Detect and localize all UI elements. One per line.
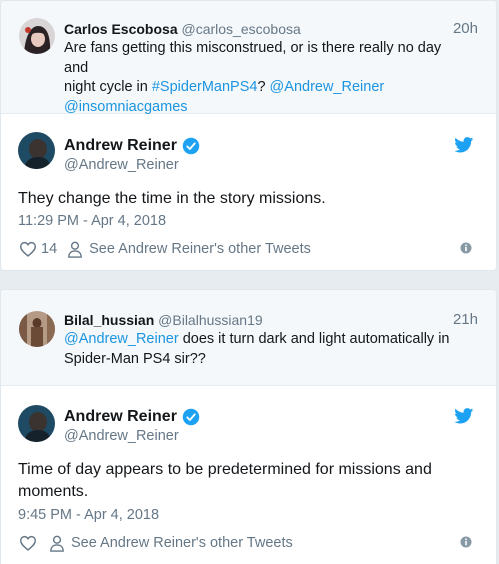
twitter-bird-icon[interactable] <box>454 137 474 153</box>
mention-link[interactable]: @insomniacgames <box>64 99 188 115</box>
author-name[interactable]: Andrew Reiner <box>64 407 177 427</box>
verified-badge-icon <box>182 408 200 426</box>
tweet-text-line: moments. <box>18 483 89 500</box>
other-tweets-link[interactable]: See Andrew Reiner's other Tweets <box>71 535 293 551</box>
tweet-actions: 14 See Andrew Reiner's other Tweets <box>19 239 478 259</box>
author-name[interactable]: Andrew Reiner <box>64 136 177 156</box>
parent-tweet-header: Carlos Escobosa @carlos_escobosa 20h <box>64 20 478 38</box>
parent-tweet-header: Bilal_hussian @Bilalhussian19 21h <box>64 311 478 329</box>
tweet-text-line: Spider-Man PS4 sir?? <box>64 350 206 367</box>
tweet-text-line: @insomniacgames <box>64 98 456 118</box>
author-name-row: Andrew Reiner <box>64 136 200 156</box>
mention-link[interactable]: @Andrew_Reiner <box>64 331 179 347</box>
author-handle[interactable]: @Andrew_Reiner <box>64 427 179 445</box>
tweet-text-fragment: night cycle in <box>64 79 152 95</box>
tweet-actions: See Andrew Reiner's other Tweets <box>19 533 478 553</box>
author-name-row: Andrew Reiner <box>64 407 200 427</box>
parent-tweet-text: Are fans getting this misconstrued, or i… <box>64 39 456 117</box>
info-icon[interactable] <box>460 242 472 254</box>
tweet-text-line: Time of day appears to be predetermined … <box>18 461 432 478</box>
tweet-text: They change the time in the story missio… <box>18 190 326 207</box>
tweet-timestamp[interactable]: 11:29 PM - Apr 4, 2018 <box>18 212 166 230</box>
person-icon <box>50 535 64 552</box>
tweet-text-line: Are fans getting this misconstrued, or i… <box>64 40 442 76</box>
avatar[interactable] <box>18 132 55 169</box>
tweet-text-line: @Andrew_Reiner does it turn dark and lig… <box>64 330 456 350</box>
person-icon <box>68 241 82 258</box>
author-name[interactable]: Bilal_hussian <box>64 312 154 328</box>
hashtag-link[interactable]: #SpiderManPS4 <box>152 79 258 95</box>
heart-icon[interactable] <box>19 241 37 257</box>
tweet-text-line: night cycle in #SpiderManPS4? @Andrew_Re… <box>64 78 456 98</box>
heart-icon[interactable] <box>19 535 37 551</box>
author-handle[interactable]: @Andrew_Reiner <box>64 156 179 174</box>
like-count[interactable]: 14 <box>41 241 57 257</box>
avatar[interactable] <box>19 18 55 54</box>
parent-tweet-text: @Andrew_Reiner does it turn dark and lig… <box>64 330 456 369</box>
parent-tweet[interactable]: Carlos Escobosa @carlos_escobosa 20h Are… <box>1 1 496 117</box>
mention-link[interactable]: @Andrew_Reiner <box>270 79 385 95</box>
tweet-timestamp[interactable]: 9:45 PM - Apr 4, 2018 <box>18 506 159 524</box>
parent-tweet[interactable]: Bilal_hussian @Bilalhussian19 21h @Andre… <box>1 290 496 386</box>
tweet-age[interactable]: 21h <box>453 311 478 329</box>
tweet-age[interactable]: 20h <box>453 20 478 38</box>
author-handle[interactable]: @carlos_escobosa <box>182 21 301 37</box>
twitter-bird-icon[interactable] <box>454 408 474 424</box>
embedded-tweet-card-1: Carlos Escobosa @carlos_escobosa 20h Are… <box>0 0 497 271</box>
avatar[interactable] <box>19 311 55 347</box>
tweet-text-fragment: does it turn dark and light automaticall… <box>178 331 450 347</box>
verified-badge-icon <box>182 137 200 155</box>
embedded-tweet-card-2: Bilal_hussian @Bilalhussian19 21h @Andre… <box>0 289 497 564</box>
other-tweets-link[interactable]: See Andrew Reiner's other Tweets <box>89 241 311 257</box>
author-handle[interactable]: @Bilalhussian19 <box>158 312 263 328</box>
author-name[interactable]: Carlos Escobosa <box>64 21 178 37</box>
info-icon[interactable] <box>460 536 472 548</box>
tweet-text: Time of day appears to be predetermined … <box>18 459 476 503</box>
tweet-text-fragment: ? <box>257 79 270 95</box>
avatar[interactable] <box>18 405 55 442</box>
